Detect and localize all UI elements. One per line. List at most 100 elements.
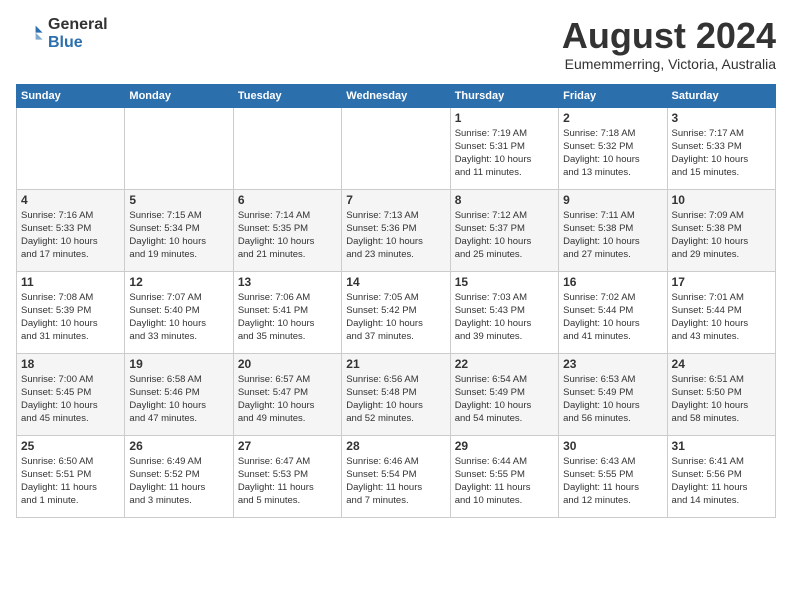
day-cell: 7 Sunrise: 7:13 AM Sunset: 5:36 PM Daylig… [342, 189, 450, 271]
day-info: Sunrise: 7:19 AM Sunset: 5:31 PM Dayligh… [455, 127, 554, 180]
day-info: Sunrise: 7:15 AM Sunset: 5:34 PM Dayligh… [129, 209, 228, 262]
day-cell [125, 107, 233, 189]
day-info: Sunrise: 6:53 AM Sunset: 5:49 PM Dayligh… [563, 373, 662, 426]
calendar-body: 1 Sunrise: 7:19 AM Sunset: 5:31 PM Daylig… [17, 107, 776, 517]
day-info: Sunrise: 7:07 AM Sunset: 5:40 PM Dayligh… [129, 291, 228, 344]
header-cell-friday: Friday [559, 84, 667, 107]
day-cell: 13Sunrise: 7:06 AM Sunset: 5:41 PM Dayli… [233, 271, 341, 353]
day-info: Sunrise: 6:56 AM Sunset: 5:48 PM Dayligh… [346, 373, 445, 426]
day-number: 6 [238, 193, 337, 207]
title-block: August 2024 Eumemmerring, Victoria, Aust… [562, 16, 776, 72]
day-cell: 11Sunrise: 7:08 AM Sunset: 5:39 PM Dayli… [17, 271, 125, 353]
day-cell: 30 Sunrise: 6:43 AM Sunset: 5:55 PM Dayli… [559, 435, 667, 517]
day-info: Sunrise: 6:44 AM Sunset: 5:55 PM Dayligh… [455, 455, 554, 508]
day-info: Sunrise: 7:05 AM Sunset: 5:42 PM Dayligh… [346, 291, 445, 344]
day-cell: 3Sunrise: 7:17 AM Sunset: 5:33 PM Daylig… [667, 107, 775, 189]
day-info: Sunrise: 6:57 AM Sunset: 5:47 PM Dayligh… [238, 373, 337, 426]
header-row: SundayMondayTuesdayWednesdayThursdayFrid… [17, 84, 776, 107]
day-cell: 17 Sunrise: 7:01 AM Sunset: 5:44 PM Dayli… [667, 271, 775, 353]
day-cell [342, 107, 450, 189]
day-number: 17 [672, 275, 771, 289]
day-info: Sunrise: 6:47 AM Sunset: 5:53 PM Dayligh… [238, 455, 337, 508]
logo-general: General [48, 16, 108, 34]
day-cell: 24 Sunrise: 6:51 AM Sunset: 5:50 PM Dayli… [667, 353, 775, 435]
day-number: 7 [346, 193, 445, 207]
day-number: 4 [21, 193, 120, 207]
day-number: 22 [455, 357, 554, 371]
day-cell: 10 Sunrise: 7:09 AM Sunset: 5:38 PM Dayli… [667, 189, 775, 271]
day-cell: 19 Sunrise: 6:58 AM Sunset: 5:46 PM Dayli… [125, 353, 233, 435]
day-cell: 4Sunrise: 7:16 AM Sunset: 5:33 PM Daylig… [17, 189, 125, 271]
location: Eumemmerring, Victoria, Australia [562, 56, 776, 72]
day-cell: 25 Sunrise: 6:50 AM Sunset: 5:51 PM Dayli… [17, 435, 125, 517]
day-info: Sunrise: 7:03 AM Sunset: 5:43 PM Dayligh… [455, 291, 554, 344]
day-cell: 20 Sunrise: 6:57 AM Sunset: 5:47 PM Dayli… [233, 353, 341, 435]
day-number: 27 [238, 439, 337, 453]
day-info: Sunrise: 7:18 AM Sunset: 5:32 PM Dayligh… [563, 127, 662, 180]
day-number: 26 [129, 439, 228, 453]
day-info: Sunrise: 7:12 AM Sunset: 5:37 PM Dayligh… [455, 209, 554, 262]
day-cell: 22 Sunrise: 6:54 AM Sunset: 5:49 PM Dayli… [450, 353, 558, 435]
day-cell: 29 Sunrise: 6:44 AM Sunset: 5:55 PM Dayli… [450, 435, 558, 517]
logo-blue: Blue [48, 34, 108, 52]
day-info: Sunrise: 7:11 AM Sunset: 5:38 PM Dayligh… [563, 209, 662, 262]
day-number: 19 [129, 357, 228, 371]
logo: General Blue [16, 16, 108, 51]
day-number: 23 [563, 357, 662, 371]
calendar-header: SundayMondayTuesdayWednesdayThursdayFrid… [17, 84, 776, 107]
day-number: 16 [563, 275, 662, 289]
week-row-4: 18Sunrise: 7:00 AM Sunset: 5:45 PM Dayli… [17, 353, 776, 435]
day-cell: 8 Sunrise: 7:12 AM Sunset: 5:37 PM Daylig… [450, 189, 558, 271]
day-cell: 27 Sunrise: 6:47 AM Sunset: 5:53 PM Dayli… [233, 435, 341, 517]
day-info: Sunrise: 6:43 AM Sunset: 5:55 PM Dayligh… [563, 455, 662, 508]
day-number: 3 [672, 111, 771, 125]
logo-icon [16, 20, 44, 48]
day-info: Sunrise: 7:13 AM Sunset: 5:36 PM Dayligh… [346, 209, 445, 262]
day-number: 21 [346, 357, 445, 371]
week-row-3: 11Sunrise: 7:08 AM Sunset: 5:39 PM Dayli… [17, 271, 776, 353]
header-cell-monday: Monday [125, 84, 233, 107]
day-cell: 12 Sunrise: 7:07 AM Sunset: 5:40 PM Dayli… [125, 271, 233, 353]
day-number: 28 [346, 439, 445, 453]
day-number: 30 [563, 439, 662, 453]
day-number: 25 [21, 439, 120, 453]
day-cell [233, 107, 341, 189]
day-cell: 14Sunrise: 7:05 AM Sunset: 5:42 PM Dayli… [342, 271, 450, 353]
day-number: 12 [129, 275, 228, 289]
day-cell: 1 Sunrise: 7:19 AM Sunset: 5:31 PM Daylig… [450, 107, 558, 189]
day-number: 20 [238, 357, 337, 371]
header-cell-saturday: Saturday [667, 84, 775, 107]
header-cell-sunday: Sunday [17, 84, 125, 107]
month-title: August 2024 [562, 16, 776, 56]
day-number: 10 [672, 193, 771, 207]
day-cell: 5Sunrise: 7:15 AM Sunset: 5:34 PM Daylig… [125, 189, 233, 271]
week-row-5: 25 Sunrise: 6:50 AM Sunset: 5:51 PM Dayli… [17, 435, 776, 517]
logo-text: General Blue [48, 16, 108, 51]
day-number: 1 [455, 111, 554, 125]
day-info: Sunrise: 7:01 AM Sunset: 5:44 PM Dayligh… [672, 291, 771, 344]
day-cell: 6Sunrise: 7:14 AM Sunset: 5:35 PM Daylig… [233, 189, 341, 271]
day-number: 2 [563, 111, 662, 125]
header-cell-tuesday: Tuesday [233, 84, 341, 107]
day-info: Sunrise: 7:08 AM Sunset: 5:39 PM Dayligh… [21, 291, 120, 344]
day-cell: 18Sunrise: 7:00 AM Sunset: 5:45 PM Dayli… [17, 353, 125, 435]
day-info: Sunrise: 7:09 AM Sunset: 5:38 PM Dayligh… [672, 209, 771, 262]
day-cell: 16 Sunrise: 7:02 AM Sunset: 5:44 PM Dayli… [559, 271, 667, 353]
day-number: 18 [21, 357, 120, 371]
day-number: 8 [455, 193, 554, 207]
day-info: Sunrise: 6:58 AM Sunset: 5:46 PM Dayligh… [129, 373, 228, 426]
day-number: 24 [672, 357, 771, 371]
page-header: General Blue August 2024 Eumemmerring, V… [16, 16, 776, 72]
header-cell-thursday: Thursday [450, 84, 558, 107]
day-info: Sunrise: 6:54 AM Sunset: 5:49 PM Dayligh… [455, 373, 554, 426]
day-info: Sunrise: 6:41 AM Sunset: 5:56 PM Dayligh… [672, 455, 771, 508]
day-cell: 9 Sunrise: 7:11 AM Sunset: 5:38 PM Daylig… [559, 189, 667, 271]
day-number: 9 [563, 193, 662, 207]
day-info: Sunrise: 7:02 AM Sunset: 5:44 PM Dayligh… [563, 291, 662, 344]
day-cell [17, 107, 125, 189]
day-number: 29 [455, 439, 554, 453]
day-info: Sunrise: 6:50 AM Sunset: 5:51 PM Dayligh… [21, 455, 120, 508]
day-cell: 21 Sunrise: 6:56 AM Sunset: 5:48 PM Dayli… [342, 353, 450, 435]
day-info: Sunrise: 6:51 AM Sunset: 5:50 PM Dayligh… [672, 373, 771, 426]
week-row-2: 4Sunrise: 7:16 AM Sunset: 5:33 PM Daylig… [17, 189, 776, 271]
